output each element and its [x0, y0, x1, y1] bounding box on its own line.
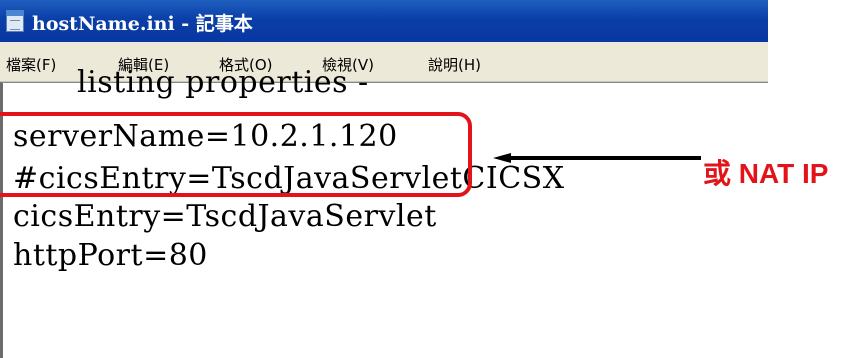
editor-line-4: cicsEntry=TscdJavaServlet	[13, 199, 437, 234]
menu-file[interactable]: 檔案(F)	[6, 54, 56, 75]
notepad-icon[interactable]	[6, 10, 24, 32]
editor-line-1: listing properties -	[77, 65, 369, 100]
annotation-nat-ip: 或 NAT IP	[703, 158, 829, 189]
arrow-left-icon	[493, 153, 701, 163]
editor-line-5: httpPort=80	[13, 238, 208, 273]
highlight-box	[0, 112, 472, 197]
window-title: hostName.ini - 記事本	[32, 13, 253, 35]
menu-help[interactable]: 說明(H)	[428, 54, 481, 75]
title-bar[interactable]: hostName.ini - 記事本	[0, 0, 768, 42]
